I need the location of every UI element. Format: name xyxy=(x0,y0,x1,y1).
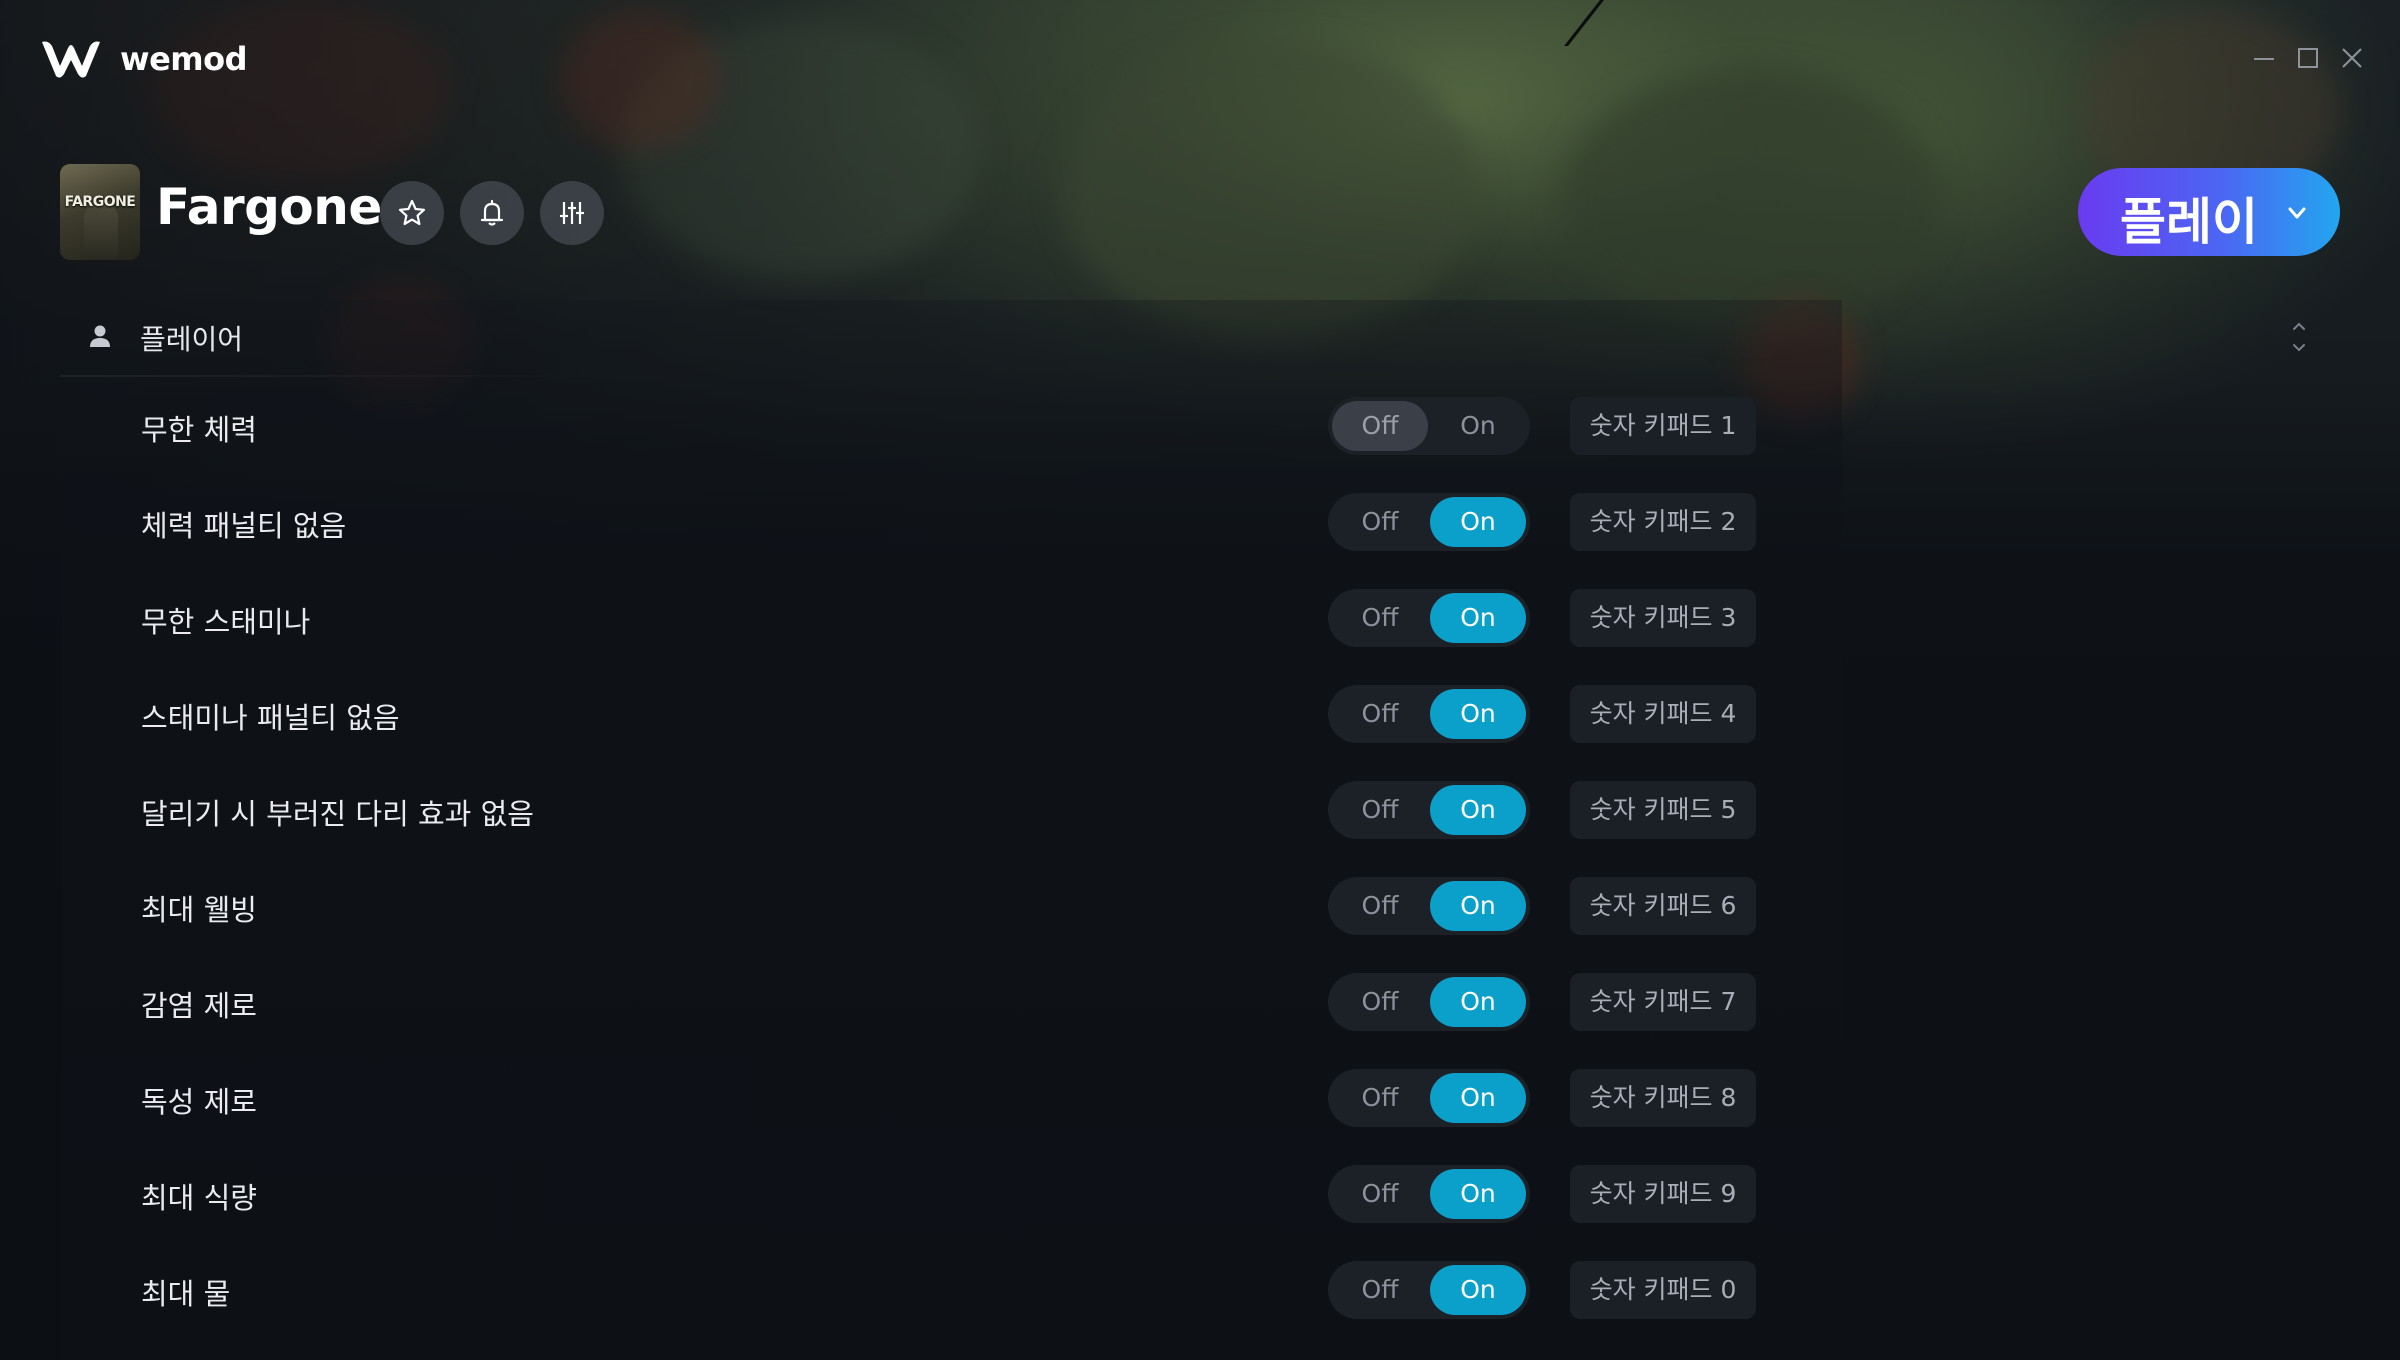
toggle-off-option[interactable]: Off xyxy=(1332,1265,1428,1315)
hotkey-badge[interactable]: 숫자 키패드 3 xyxy=(1570,589,1756,647)
game-title: Fargone xyxy=(156,178,382,236)
sliders-icon xyxy=(560,202,584,224)
toggle-on-option[interactable]: On xyxy=(1430,593,1526,643)
hotkey-badge[interactable]: 숫자 키패드 0 xyxy=(1570,1261,1756,1319)
hotkey-badge[interactable]: 숫자 키패드 7 xyxy=(1570,973,1756,1031)
toggle-off-option[interactable]: Off xyxy=(1332,785,1428,835)
toggle-off-option[interactable]: Off xyxy=(1332,689,1428,739)
play-button-label: 플레이 xyxy=(2120,193,2258,251)
cheat-toggle[interactable]: Off On xyxy=(1328,1165,1530,1223)
hotkey-badge[interactable]: 숫자 키패드 1 xyxy=(1570,397,1756,455)
cheat-name: 최대 물 xyxy=(141,1277,231,1311)
minimize-icon[interactable] xyxy=(2248,42,2280,74)
cheat-row: 최대 식량 Off On 숫자 키패드 9 xyxy=(0,1165,2400,1229)
cheat-name: 체력 패널티 없음 xyxy=(141,509,347,543)
toggle-on-option[interactable]: On xyxy=(1430,497,1526,547)
cheat-name: 최대 웰빙 xyxy=(141,893,257,927)
cheat-name: 스태미나 패널티 없음 xyxy=(141,701,400,735)
wemod-logo-icon xyxy=(42,41,100,78)
cheat-row: 무한 스태미나 Off On 숫자 키패드 3 xyxy=(0,589,2400,653)
cheat-toggle[interactable]: Off On xyxy=(1328,589,1530,647)
hotkey-badge[interactable]: 숫자 키패드 6 xyxy=(1570,877,1756,935)
cheat-name: 무한 스태미나 xyxy=(141,605,311,639)
toggle-on-option[interactable]: On xyxy=(1430,1169,1526,1219)
game-cover-image: FARGONE xyxy=(60,164,140,260)
category-divider xyxy=(60,375,620,377)
game-cover-title: FARGONE xyxy=(64,194,136,210)
toggle-on-option[interactable]: On xyxy=(1430,1265,1526,1315)
maximize-icon[interactable] xyxy=(2292,42,2324,74)
star-icon xyxy=(398,199,426,226)
hotkey-badge[interactable]: 숫자 키패드 9 xyxy=(1570,1165,1756,1223)
toggle-off-option[interactable]: Off xyxy=(1332,881,1428,931)
category-label: 플레이어 xyxy=(140,323,244,356)
hotkey-badge[interactable]: 숫자 키패드 4 xyxy=(1570,685,1756,743)
cheat-row: 최대 웰빙 Off On 숫자 키패드 6 xyxy=(0,877,2400,941)
brand-name: wemod xyxy=(120,40,248,78)
cheat-toggle[interactable]: Off On xyxy=(1328,397,1530,455)
bell-icon xyxy=(480,199,504,226)
cheat-toggle[interactable]: Off On xyxy=(1328,877,1530,935)
settings-button[interactable] xyxy=(540,181,604,245)
toggle-on-option[interactable]: On xyxy=(1430,977,1526,1027)
hotkey-badge[interactable]: 숫자 키패드 2 xyxy=(1570,493,1756,551)
hotkey-badge[interactable]: 숫자 키패드 5 xyxy=(1570,781,1756,839)
toggle-off-option[interactable]: Off xyxy=(1332,401,1428,451)
cheat-row: 최대 물 Off On 숫자 키패드 0 xyxy=(0,1261,2400,1325)
cheat-toggle[interactable]: Off On xyxy=(1328,781,1530,839)
cheat-name: 달리기 시 부러진 다리 효과 없음 xyxy=(141,797,534,831)
cheat-name: 독성 제로 xyxy=(141,1085,257,1119)
favorite-button[interactable] xyxy=(380,181,444,245)
toggle-off-option[interactable]: Off xyxy=(1332,977,1428,1027)
cheat-row: 독성 제로 Off On 숫자 키패드 8 xyxy=(0,1069,2400,1133)
toggle-off-option[interactable]: Off xyxy=(1332,1169,1428,1219)
close-icon[interactable] xyxy=(2336,42,2368,74)
cheat-name: 무한 체력 xyxy=(141,413,257,447)
cheat-row: 무한 체력 Off On 숫자 키패드 1 xyxy=(0,397,2400,461)
cheat-row: 스태미나 패널티 없음 Off On 숫자 키패드 4 xyxy=(0,685,2400,749)
play-button[interactable]: 플레이 xyxy=(2078,168,2340,256)
toggle-on-option[interactable]: On xyxy=(1430,785,1526,835)
toggle-off-option[interactable]: Off xyxy=(1332,1073,1428,1123)
toggle-on-option[interactable]: On xyxy=(1430,401,1526,451)
notifications-button[interactable] xyxy=(460,181,524,245)
cheat-toggle[interactable]: Off On xyxy=(1328,685,1530,743)
toggle-on-option[interactable]: On xyxy=(1430,1073,1526,1123)
cheat-row: 달리기 시 부러진 다리 효과 없음 Off On 숫자 키패드 5 xyxy=(0,781,2400,845)
cheat-toggle[interactable]: Off On xyxy=(1328,493,1530,551)
chevron-down-icon[interactable] xyxy=(2284,200,2310,226)
collapse-icon[interactable] xyxy=(2286,322,2312,352)
cheat-row: 감염 제로 Off On 숫자 키패드 7 xyxy=(0,973,2400,1037)
cheat-toggle[interactable]: Off On xyxy=(1328,973,1530,1031)
cheat-toggle[interactable]: Off On xyxy=(1328,1069,1530,1127)
toggle-off-option[interactable]: Off xyxy=(1332,593,1428,643)
cheat-name: 감염 제로 xyxy=(141,989,257,1023)
person-icon xyxy=(90,325,110,347)
toggle-on-option[interactable]: On xyxy=(1430,881,1526,931)
cheat-name: 최대 식량 xyxy=(141,1181,257,1215)
toggle-on-option[interactable]: On xyxy=(1430,689,1526,739)
cheat-row: 체력 패널티 없음 Off On 숫자 키패드 2 xyxy=(0,493,2400,557)
title-bar: wemod xyxy=(0,0,2400,120)
toggle-off-option[interactable]: Off xyxy=(1332,497,1428,547)
cheat-toggle[interactable]: Off On xyxy=(1328,1261,1530,1319)
hotkey-badge[interactable]: 숫자 키패드 8 xyxy=(1570,1069,1756,1127)
